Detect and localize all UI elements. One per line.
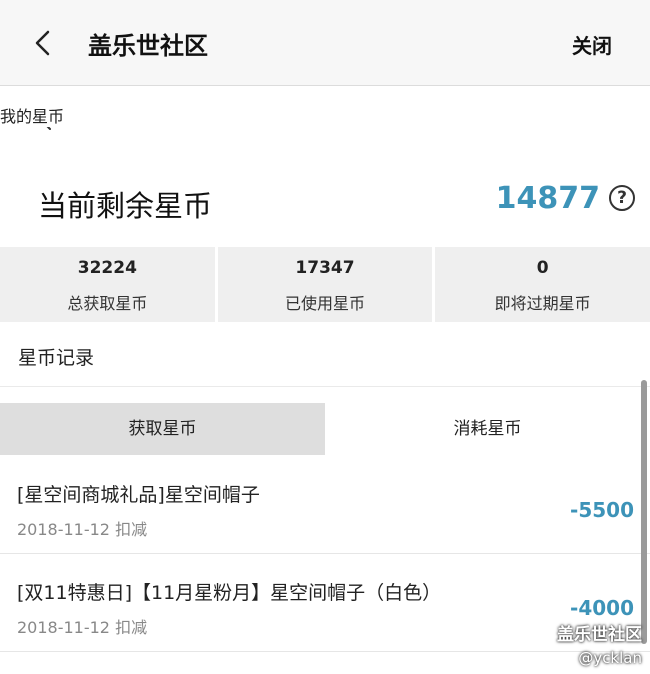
watermark-brand: 盖乐世社区: [557, 625, 642, 645]
balance-label: 当前剩余星币: [38, 189, 213, 223]
record-date: 2018-11-12 扣减: [17, 520, 148, 539]
stat-value: 32224: [77, 258, 137, 278]
watermark-user: @ycklan: [578, 649, 642, 667]
record-title: [双11特惠日]【11月星粉月】星空间帽子（白色）: [17, 582, 442, 604]
divider: [0, 386, 650, 387]
record-date: 2018-11-12 扣减: [17, 618, 148, 637]
record-item[interactable]: [双11特惠日]【11月星粉月】星空间帽子（白色） 2018-11-12 扣减 …: [0, 556, 650, 652]
stat-label: 总获取星币: [67, 294, 148, 313]
stat-total-earned: 32224 总获取星币: [0, 247, 215, 322]
close-button[interactable]: 关闭: [572, 30, 612, 59]
records-tabs: 获取星币 消耗星币: [0, 403, 650, 455]
tab-earned[interactable]: 获取星币: [0, 403, 325, 455]
back-arrow-icon[interactable]: [28, 28, 58, 58]
watermark: 盖乐世社区 @ycklan: [557, 620, 642, 667]
stat-expiring: 0 即将过期星币: [435, 247, 650, 322]
stats-row: 32224 总获取星币 17347 已使用星币 0 即将过期星币: [0, 247, 650, 322]
help-icon[interactable]: ?: [609, 185, 635, 211]
stat-value: 17347: [295, 258, 355, 278]
scrollbar[interactable]: [641, 380, 647, 644]
tab-spent[interactable]: 消耗星币: [325, 403, 650, 455]
record-amount: -5500: [570, 498, 634, 522]
records-section-title: 星币记录: [18, 347, 95, 369]
stat-label: 已使用星币: [285, 294, 366, 313]
app-bar: 盖乐世社区 关闭: [0, 0, 650, 86]
stat-used: 17347 已使用星币: [217, 247, 433, 322]
record-amount: -4000: [570, 596, 634, 620]
app-title: 盖乐世社区: [88, 32, 208, 60]
record-title: [星空间商城礼品]星空间帽子: [17, 484, 260, 506]
balance-value: 14877: [495, 181, 600, 216]
record-item[interactable]: [星空间商城礼品]星空间帽子 2018-11-12 扣减 -5500: [0, 458, 650, 554]
stat-value: 0: [536, 258, 549, 278]
page-title: 我的星币: [0, 103, 650, 127]
stat-label: 即将过期星币: [494, 294, 591, 313]
balance-summary: 当前剩余星币 14877 ?: [0, 165, 650, 245]
